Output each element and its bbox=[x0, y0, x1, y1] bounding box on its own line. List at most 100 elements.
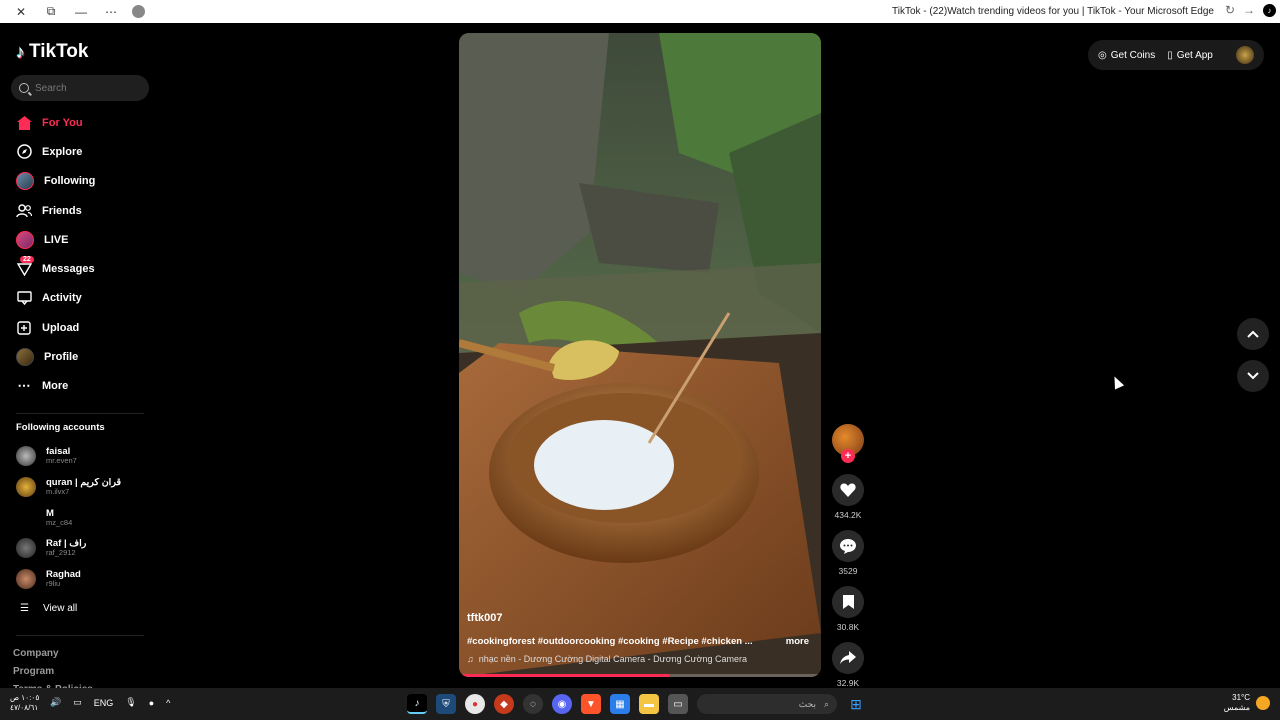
forward-icon[interactable]: → bbox=[1243, 3, 1255, 17]
shield-app-icon[interactable]: ⛨ bbox=[436, 694, 456, 714]
restore-icon[interactable]: ⧉ bbox=[36, 0, 66, 23]
store-icon[interactable]: ▦ bbox=[610, 694, 630, 714]
chrome-icon[interactable]: ● bbox=[465, 694, 485, 714]
likes-count: 434.2K bbox=[834, 510, 862, 520]
volume-icon[interactable]: 🔊 bbox=[50, 697, 61, 708]
sidebar: ♪ TikTok For You Explore Following Frien… bbox=[0, 23, 160, 695]
following-accounts-list: faisal mr.even7 quran | قرآن كريم m.ilvx7 … bbox=[16, 441, 156, 594]
avatar bbox=[16, 568, 36, 589]
comment-button[interactable] bbox=[832, 530, 864, 562]
language-indicator[interactable]: ENG bbox=[94, 698, 114, 708]
account-item[interactable]: Raghad r9liu bbox=[16, 563, 156, 594]
browser-app-icon[interactable]: ◆ bbox=[494, 694, 514, 714]
nav-item-more[interactable]: ⋯ More bbox=[0, 372, 160, 401]
get-app-button[interactable]: ▯ Get App bbox=[1167, 50, 1213, 61]
share-icon bbox=[840, 651, 856, 664]
upload-icon bbox=[16, 320, 32, 336]
caption-more-link[interactable]: more bbox=[786, 636, 809, 647]
comments-count: 3529 bbox=[838, 566, 858, 576]
heart-icon bbox=[840, 483, 856, 497]
nav-item-profile[interactable]: Profile bbox=[0, 342, 160, 371]
brave-icon[interactable]: ▼ bbox=[581, 694, 601, 714]
browser-profile-avatar[interactable] bbox=[132, 5, 145, 18]
minimize-icon[interactable]: — bbox=[66, 0, 96, 23]
folder-icon[interactable]: ▬ bbox=[639, 694, 659, 714]
user-avatar[interactable] bbox=[1236, 46, 1254, 64]
nav-item-upload[interactable]: Upload bbox=[0, 313, 160, 342]
more-icon[interactable]: ⋯ bbox=[96, 0, 126, 23]
avatar bbox=[16, 507, 36, 528]
browser-title: TikTok - (22)Watch trending videos for y… bbox=[892, 6, 1214, 17]
video-actions: + 434.2K 3529 30.8K 32.9K bbox=[832, 424, 864, 698]
video-progress-fill bbox=[459, 674, 669, 677]
account-item[interactable]: Mmz_c84 bbox=[16, 502, 156, 533]
account-item[interactable]: quran | قرآن كريم m.ilvx7 bbox=[16, 472, 156, 503]
activity-icon bbox=[16, 290, 32, 306]
save-button[interactable] bbox=[832, 586, 864, 618]
app-icon[interactable]: ◌ bbox=[523, 694, 543, 714]
phone-icon: ▯ bbox=[1167, 49, 1173, 61]
refresh-icon[interactable]: ↻ bbox=[1225, 3, 1235, 17]
video-author[interactable]: tftk007 bbox=[467, 612, 502, 624]
profile-avatar bbox=[16, 348, 34, 367]
discord-icon[interactable]: ◉ bbox=[552, 694, 572, 714]
microphone-icon[interactable]: 🎙 bbox=[125, 697, 136, 708]
windows-start-icon[interactable]: ⊞ bbox=[846, 694, 866, 714]
sun-icon bbox=[1256, 696, 1270, 710]
list-icon: ☰ bbox=[20, 603, 29, 614]
previous-video-button[interactable] bbox=[1237, 318, 1269, 350]
nav-item-messages[interactable]: 22 Messages bbox=[0, 254, 160, 283]
video-frame bbox=[459, 33, 821, 677]
close-icon[interactable]: ✕ bbox=[6, 0, 36, 23]
main-nav: For You Explore Following Friends LIVE 2… bbox=[0, 108, 160, 401]
tiktok-logo[interactable]: ♪ TikTok bbox=[16, 41, 88, 63]
clock[interactable]: ١٠:٠٥ ص ٤٧/٠٨/٦١ bbox=[10, 693, 39, 713]
divider bbox=[16, 413, 144, 414]
record-icon[interactable]: ● bbox=[149, 698, 154, 708]
get-coins-button[interactable]: ◎ Get Coins bbox=[1098, 50, 1155, 61]
window-icon[interactable]: ▭ bbox=[668, 694, 688, 714]
following-avatar bbox=[16, 172, 34, 191]
account-item[interactable]: faisal mr.even7 bbox=[16, 441, 156, 472]
nav-item-friends[interactable]: Friends bbox=[0, 196, 160, 225]
weather-widget[interactable]: 31°C مشمس bbox=[1224, 693, 1270, 713]
search-input[interactable] bbox=[35, 82, 135, 94]
nav-item-activity[interactable]: Activity bbox=[0, 284, 160, 313]
account-item[interactable]: Raf | راف raf_2912 bbox=[16, 533, 156, 564]
friends-icon bbox=[16, 203, 32, 219]
compass-icon bbox=[16, 144, 32, 160]
creator-avatar[interactable]: + bbox=[832, 424, 864, 463]
share-button[interactable] bbox=[832, 642, 864, 674]
video-progress-bar[interactable] bbox=[459, 674, 821, 677]
messages-icon bbox=[16, 261, 32, 277]
nav-item-following[interactable]: Following bbox=[0, 167, 160, 196]
like-button[interactable] bbox=[832, 474, 864, 506]
tiktok-app-icon[interactable]: ♪ bbox=[407, 694, 427, 714]
network-icon[interactable]: ▭ bbox=[73, 697, 82, 708]
nav-item-explore[interactable]: Explore bbox=[0, 137, 160, 166]
avatar bbox=[16, 476, 36, 497]
taskbar-apps: ♪ ⛨ ● ◆ ◌ ◉ ▼ ▦ ▬ ▭ بحث ⌕ ⊞ bbox=[407, 694, 866, 714]
video-player[interactable]: tftk007 #cookingforest #outdoorcooking #… bbox=[459, 33, 821, 677]
chevron-down-icon bbox=[1247, 372, 1259, 380]
footer-link-program[interactable]: Program bbox=[13, 663, 93, 681]
nav-item-live[interactable]: LIVE bbox=[0, 225, 160, 254]
bookmark-icon bbox=[842, 595, 854, 609]
next-video-button[interactable] bbox=[1237, 360, 1269, 392]
search-icon bbox=[19, 83, 29, 93]
nav-item-for-you[interactable]: For You bbox=[0, 108, 160, 137]
taskbar: ١٠:٠٥ ص ٤٧/٠٨/٦١ 🔊 ▭ ENG 🎙 ● ^ ♪ ⛨ ● ◆ ◌… bbox=[0, 688, 1280, 720]
live-avatar bbox=[16, 230, 34, 249]
footer-link-company[interactable]: Company bbox=[13, 645, 93, 663]
mouse-cursor bbox=[1109, 374, 1125, 390]
video-caption: #cookingforest #outdoorcooking #cooking … bbox=[467, 636, 753, 647]
chevron-up-icon bbox=[1247, 330, 1259, 338]
chevron-up-icon[interactable]: ^ bbox=[166, 698, 170, 708]
coin-icon: ◎ bbox=[1098, 49, 1107, 61]
follow-plus-button[interactable]: + bbox=[841, 449, 855, 463]
search-box[interactable] bbox=[11, 75, 149, 101]
taskbar-search[interactable]: بحث ⌕ bbox=[697, 694, 837, 714]
video-music[interactable]: ♫ nhạc nền - Dương Cường Digital Camera … bbox=[467, 654, 747, 664]
view-all-link[interactable]: ☰ View all bbox=[20, 603, 77, 614]
divider bbox=[16, 635, 144, 636]
